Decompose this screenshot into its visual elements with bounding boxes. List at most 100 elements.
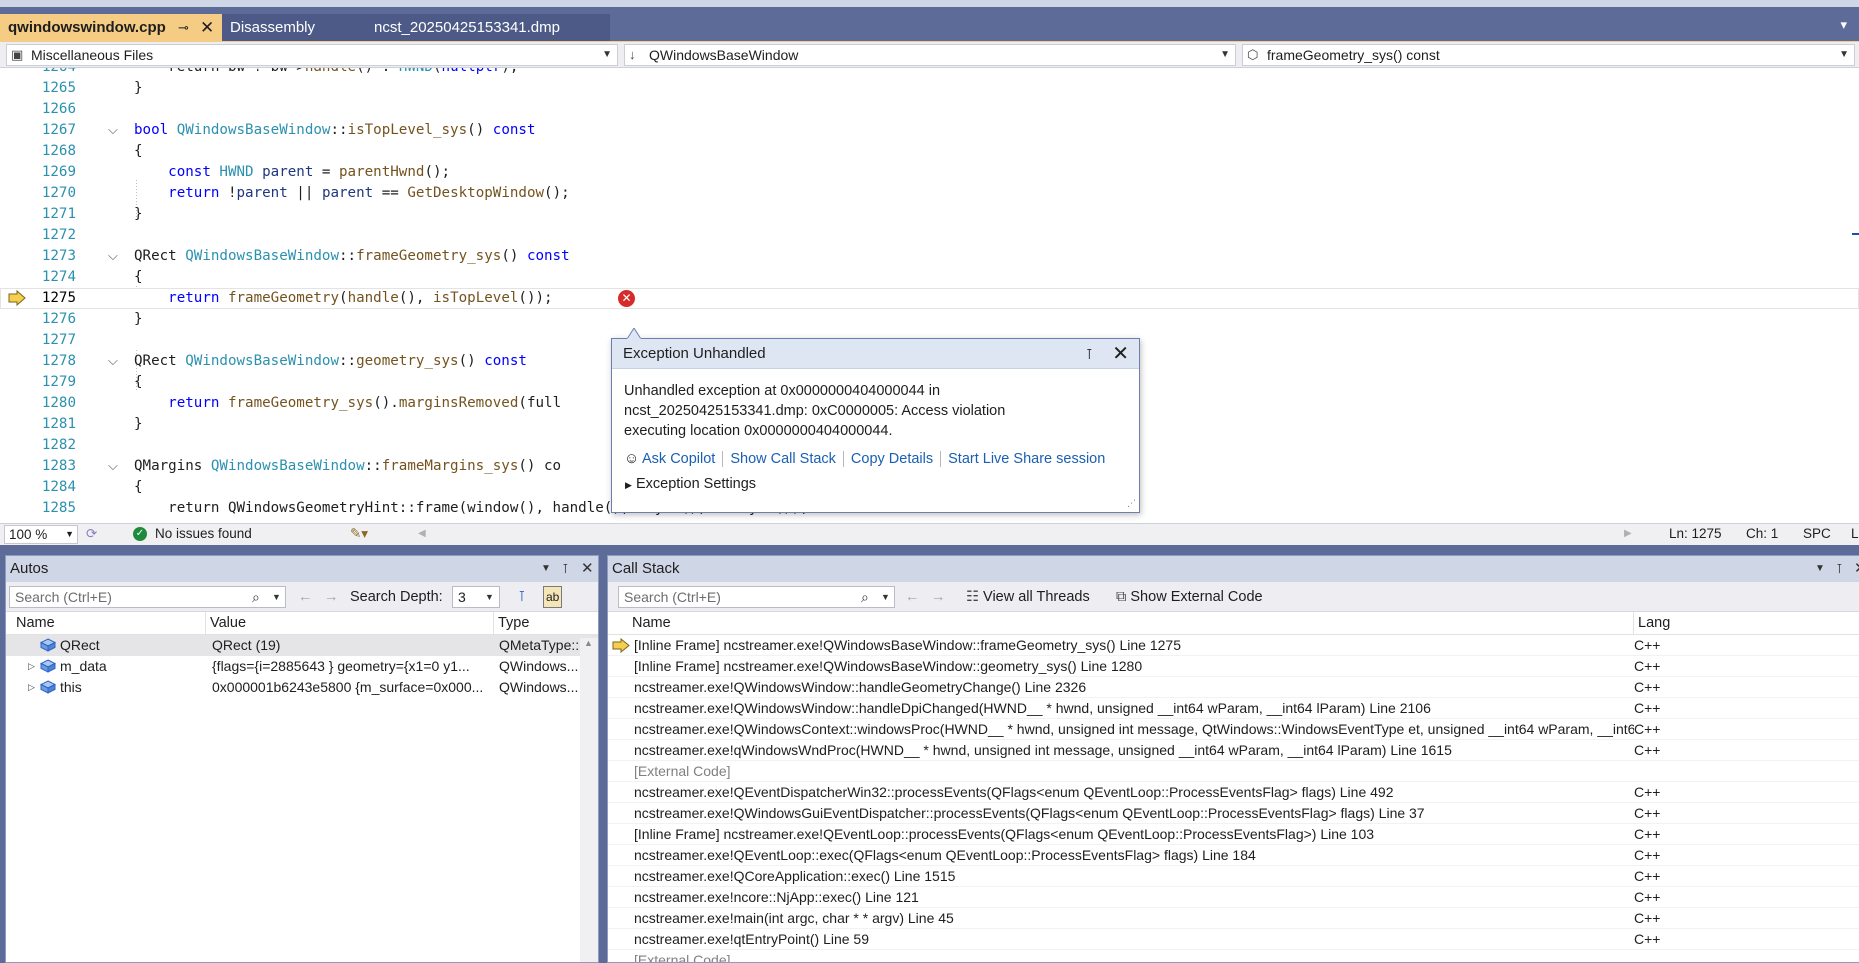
tab-qwindowswindow-cpp[interactable]: qwindowswindow.cpp ⊸ ✕ [0, 14, 222, 41]
chevron-down-icon[interactable]: ▼ [272, 587, 281, 607]
tab-dump-file[interactable]: ncst_20250425153341.dmp [366, 14, 610, 41]
stack-frame-row[interactable]: ncstreamer.exe!QWindowsWindow::handleDpi… [608, 698, 1859, 719]
ask-copilot-link[interactable]: Ask Copilot [642, 451, 715, 467]
show-call-stack-link[interactable]: Show Call Stack [730, 451, 836, 467]
column-header-name[interactable]: Name [628, 612, 1634, 635]
pin-icon[interactable]: ⊺ [562, 556, 569, 582]
code-line[interactable]: 1273 ⌵ QRect QWindowsBaseWindow::frameGeom… [0, 246, 1859, 267]
pin-icon[interactable]: ⊺ [1086, 339, 1093, 369]
pin-to-source-icon[interactable]: ⊺ [518, 582, 526, 612]
code-line[interactable]: 1266 [0, 99, 1859, 120]
column-header-name[interactable]: Name [12, 612, 206, 635]
view-all-threads-button[interactable]: ☷ View all Threads [966, 582, 1090, 612]
live-share-link[interactable]: Start Live Share session [948, 451, 1105, 467]
fold-toggle-icon[interactable]: ⌵ [108, 120, 118, 141]
fold-toggle-icon[interactable]: ⌵ [108, 246, 118, 267]
scroll-left-icon[interactable]: ◀ [418, 524, 426, 544]
health-icon[interactable]: ⟳ [86, 524, 97, 544]
variable-value[interactable]: {flags={i=2885643 } geometry={x1=0 y1... [212, 656, 494, 677]
search-forward-icon[interactable]: → [931, 582, 946, 612]
brush-icon[interactable]: ✎▾ [350, 524, 368, 544]
stack-frame-row[interactable]: [Inline Frame] ncstreamer.exe!QEventLoop… [608, 824, 1859, 845]
expand-icon[interactable]: ▷ [28, 677, 35, 698]
autos-scrollbar[interactable]: ▲ [580, 638, 598, 962]
copilot-icon[interactable]: ☺ [624, 449, 642, 469]
code-line[interactable]: 1269 const HWND parent = parentHwnd(); [0, 162, 1859, 183]
code-line[interactable]: 1271} [0, 204, 1859, 225]
stack-frame-row[interactable]: ncstreamer.exe!qWindowsWndProc(HWND__ * … [608, 740, 1859, 761]
fold-toggle-icon[interactable]: ⌵ [108, 456, 118, 477]
hex-display-icon[interactable]: ab [543, 586, 563, 608]
line-ending-status[interactable]: L [1851, 524, 1859, 544]
variable-value[interactable]: 0x000001b6243e5800 {m_surface=0x000... [212, 677, 494, 698]
close-icon[interactable]: ✕ [200, 14, 214, 41]
issues-status[interactable]: No issues found [155, 524, 252, 544]
chevron-down-icon[interactable]: ▼ [541, 556, 551, 582]
search-depth-dropdown[interactable]: 3 ▼ [452, 586, 500, 608]
stack-frame-row[interactable]: [Inline Frame] ncstreamer.exe!QWindowsBa… [608, 656, 1859, 677]
stack-frame-row[interactable]: ncstreamer.exe!qtEntryPoint() Line 59 C++ [608, 929, 1859, 950]
code-line-current[interactable]: 1275 return frameGeometry(handle(), isTo… [0, 288, 1859, 309]
copy-details-link[interactable]: Copy Details [851, 451, 933, 467]
search-icon[interactable]: ⌕ [861, 587, 869, 607]
code-line[interactable]: 1265} [0, 78, 1859, 99]
chevron-down-icon[interactable]: ▼ [1815, 556, 1825, 582]
variable-value[interactable]: QRect (19) [212, 635, 494, 656]
external-code-frame[interactable]: [External Code] [608, 950, 1859, 962]
pane-splitter-vertical[interactable] [599, 555, 607, 963]
show-external-code-button[interactable]: ⧉ Show External Code [1116, 582, 1263, 612]
column-status[interactable]: Ch: 1 [1746, 524, 1778, 544]
resize-grip-icon[interactable]: ⋰ [1127, 498, 1136, 509]
zoom-dropdown[interactable]: 100 % ▼ [4, 525, 78, 544]
chevron-down-icon[interactable]: ▼ [881, 587, 890, 607]
search-back-icon[interactable]: ← [905, 582, 920, 612]
pin-icon[interactable]: ⊸ [178, 14, 189, 41]
code-line[interactable]: 1267 ⌵ bool QWindowsBaseWindow::isTopLevel… [0, 120, 1859, 141]
code-line[interactable]: 1268 { [0, 141, 1859, 162]
pin-icon[interactable]: ⊺ [1836, 556, 1843, 582]
search-back-icon[interactable]: ← [298, 582, 313, 612]
exception-settings-toggle[interactable]: ▶ Exception Settings [612, 469, 1139, 495]
column-header-language[interactable]: Lang [1634, 612, 1674, 635]
column-header-type[interactable]: Type [494, 612, 582, 635]
autos-row[interactable]: QRect QRect (19) QMetaType::... [6, 635, 598, 656]
stack-frame-row[interactable]: ncstreamer.exe!QWindowsWindow::handleGeo… [608, 677, 1859, 698]
code-line[interactable]: 1272 [0, 225, 1859, 246]
stack-frame-row[interactable]: [Inline Frame] ncstreamer.exe!QWindowsBa… [608, 635, 1859, 656]
close-icon[interactable]: ✕ [1854, 556, 1859, 582]
stack-frame-row[interactable]: ncstreamer.exe!main(int argc, char * * a… [608, 908, 1859, 929]
error-glyph-icon[interactable]: ✕ [618, 290, 635, 307]
stack-frame-row[interactable]: ncstreamer.exe!ncore::NjApp::exec() Line… [608, 887, 1859, 908]
instruction-pointer-icon[interactable] [8, 290, 26, 306]
chevron-down-icon[interactable]: ▾ [1840, 17, 1847, 33]
autos-row[interactable]: ▷ this 0x000001b6243e5800 {m_surface=0x000… [6, 677, 598, 698]
fold-toggle-icon[interactable]: ⌵ [108, 351, 118, 372]
scroll-right-icon[interactable]: ▶ [1624, 524, 1632, 544]
tab-disassembly[interactable]: Disassembly [222, 14, 366, 41]
code-line[interactable]: 1274 { [0, 267, 1859, 288]
call-stack-search-input[interactable]: Search (Ctrl+E) ⌕ ▼ [618, 586, 895, 608]
column-header-value[interactable]: Value [206, 612, 494, 635]
search-forward-icon[interactable]: → [324, 582, 339, 612]
project-dropdown[interactable]: ▣ Miscellaneous Files ▼ [6, 44, 618, 66]
whitespace-status[interactable]: SPC [1803, 524, 1831, 544]
stack-frame-row[interactable]: ncstreamer.exe!QWindowsContext::windowsP… [608, 719, 1859, 740]
code-line[interactable]: 1264 return bw ? bw->handle() : HWND(nul… [0, 68, 1859, 78]
close-icon[interactable]: ✕ [1112, 339, 1129, 369]
scope-dropdown[interactable]: ↓ QWindowsBaseWindow ▼ [624, 44, 1236, 66]
autos-row[interactable]: ▷ m_data {flags={i=2885643 } geometry={x1=… [6, 656, 598, 677]
code-line[interactable]: 1276} [0, 309, 1859, 330]
stack-frame-row[interactable]: ncstreamer.exe!QEventLoop::exec(QFlags<e… [608, 845, 1859, 866]
autos-search-input[interactable]: Search (Ctrl+E) ⌕ ▼ [9, 586, 286, 608]
member-dropdown[interactable]: ⬡ frameGeometry_sys() const ▼ [1242, 44, 1855, 66]
code-line[interactable]: 1270 return !parent || parent == GetDesk… [0, 183, 1859, 204]
stack-frame-row[interactable]: ncstreamer.exe!QWindowsGuiEventDispatche… [608, 803, 1859, 824]
stack-frame-row[interactable]: ncstreamer.exe!QCoreApplication::exec() … [608, 866, 1859, 887]
pane-splitter[interactable] [0, 545, 1859, 555]
external-code-frame[interactable]: [External Code] [608, 761, 1859, 782]
stack-frame-row[interactable]: ncstreamer.exe!QEventDispatcherWin32::pr… [608, 782, 1859, 803]
close-icon[interactable]: ✕ [581, 556, 594, 582]
line-number-status[interactable]: Ln: 1275 [1669, 524, 1722, 544]
expand-icon[interactable]: ▷ [28, 656, 35, 677]
search-icon[interactable]: ⌕ [252, 587, 260, 607]
